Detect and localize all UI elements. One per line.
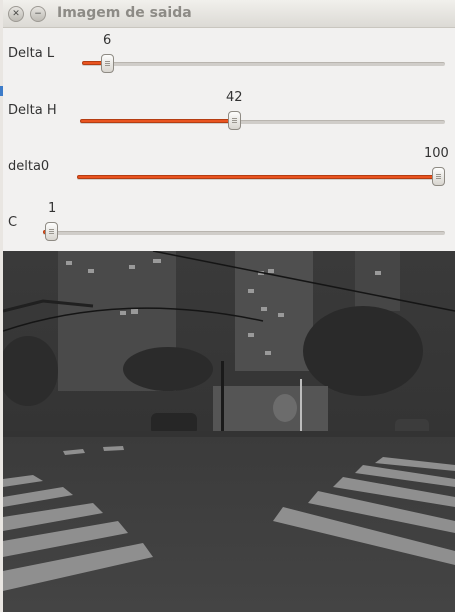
title-bar[interactable]: ✕ − Imagem de saida [3,0,455,28]
output-image [3,251,455,612]
trackbar-value: 1 [48,201,57,216]
trackbar-delta-h: Delta H 42 [3,84,455,140]
trackbar-label: Delta L [8,46,55,61]
trackbar-label: C [8,215,18,230]
trackbar-c: C 1 [3,196,455,252]
trackbar-delta0: delta0 100 [3,140,455,196]
slider-track[interactable] [82,62,445,66]
trackbar-label: delta0 [8,159,50,174]
street-photo [3,251,455,612]
slider-fill [77,175,441,179]
slider-track[interactable] [43,231,445,235]
trackbar-panel: Delta L 6 Delta H 42 delta0 100 C 1 [3,28,455,251]
slider-thumb[interactable] [101,54,114,73]
trackbar-value: 6 [103,33,112,48]
trackbar-delta-l: Delta L 6 [3,28,455,84]
minimize-icon[interactable]: − [30,6,46,22]
trackbar-label: Delta H [8,103,57,118]
window-title: Imagem de saida [57,5,192,21]
trackbar-value: 100 [424,146,449,161]
trackbar-value: 42 [226,90,243,105]
slider-fill [80,119,235,123]
slider-thumb[interactable] [228,111,241,130]
slider-thumb[interactable] [432,167,445,186]
slider-thumb[interactable] [45,222,58,241]
output-window: ✕ − Imagem de saida Delta L 6 Delta H 42… [3,0,455,612]
close-icon[interactable]: ✕ [8,6,24,22]
